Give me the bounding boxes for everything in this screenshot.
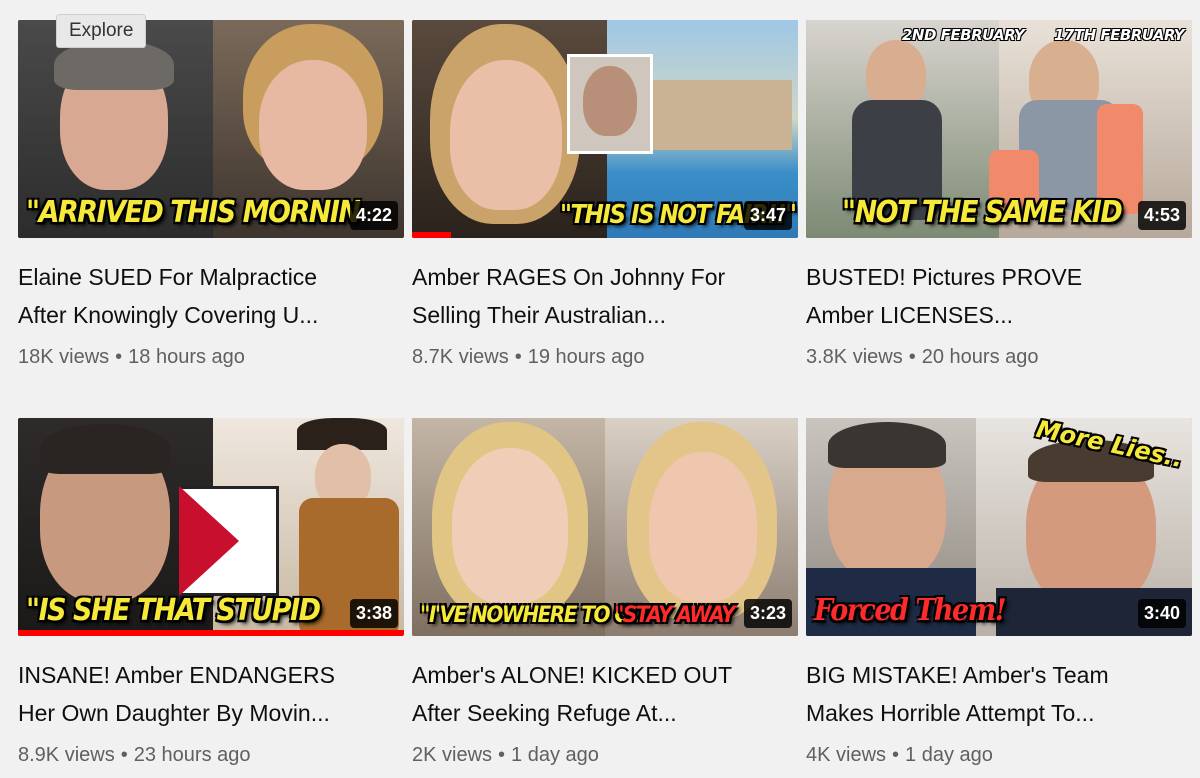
title-line[interactable]: Elaine SUED For Malpractice xyxy=(18,258,390,296)
separator-dot: • xyxy=(892,744,900,766)
video-thumbnail[interactable]: "IS SHE THAT STUPID 3:38 xyxy=(18,418,404,636)
video-thumbnail[interactable]: "THIS IS NOT FAIR!!" 3:47 xyxy=(412,20,798,238)
title-line[interactable]: Amber's ALONE! KICKED OUT xyxy=(412,656,784,694)
duration-badge: 4:53 xyxy=(1137,201,1186,230)
view-count: 18K views xyxy=(18,346,110,368)
thumbnail-caption: "ARRIVED THIS MORNIN xyxy=(26,195,361,230)
video-thumbnail[interactable]: "ARRIVED THIS MORNIN 4:22 xyxy=(18,20,404,238)
video-card[interactable]: 2ND FEBRUARY 17TH FEBRUARY "NOT THE SAME… xyxy=(806,20,1192,396)
title-line[interactable]: Selling Their Australian... xyxy=(412,296,784,334)
title-line[interactable]: After Seeking Refuge At... xyxy=(412,694,784,732)
separator-dot: • xyxy=(115,346,123,368)
video-title[interactable]: BUSTED! Pictures PROVE Amber LICENSES... xyxy=(806,258,1178,334)
video-thumbnail[interactable]: 2ND FEBRUARY 17TH FEBRUARY "NOT THE SAME… xyxy=(806,20,1192,238)
video-title[interactable]: BIG MISTAKE! Amber's Team Makes Horrible… xyxy=(806,656,1178,732)
video-card[interactable]: "IS SHE THAT STUPID 3:38 INSANE! Amber E… xyxy=(18,418,404,778)
explore-tooltip: Explore xyxy=(56,14,147,48)
title-line[interactable]: Amber RAGES On Johnny For xyxy=(412,258,784,296)
view-count: 2K views xyxy=(412,744,493,766)
video-metadata: 8.9K views • 23 hours ago xyxy=(18,744,404,767)
thumbnail-date-tag: 2ND FEBRUARY xyxy=(902,26,1025,44)
title-line[interactable]: Her Own Daughter By Movin... xyxy=(18,694,390,732)
title-line[interactable]: INSANE! Amber ENDANGERS xyxy=(18,656,390,694)
video-card[interactable]: More Lies.. Forced Them! 3:40 BIG MISTAK… xyxy=(806,418,1192,778)
video-title[interactable]: INSANE! Amber ENDANGERS Her Own Daughter… xyxy=(18,656,390,732)
upload-age: 23 hours ago xyxy=(133,744,251,766)
upload-age: 1 day ago xyxy=(511,744,599,766)
video-metadata: 2K views • 1 day ago xyxy=(412,744,798,767)
video-grid: "ARRIVED THIS MORNIN 4:22 Elaine SUED Fo… xyxy=(18,20,1192,778)
separator-dot: • xyxy=(908,346,916,368)
thumbnail-caption-secondary: "STAY AWAY xyxy=(614,600,735,628)
video-metadata: 4K views • 1 day ago xyxy=(806,744,1192,767)
separator-dot: • xyxy=(514,346,522,368)
video-metadata: 3.8K views • 20 hours ago xyxy=(806,346,1192,369)
video-metadata: 18K views • 18 hours ago xyxy=(18,346,404,369)
duration-badge: 4:22 xyxy=(349,201,398,230)
upload-age: 19 hours ago xyxy=(527,346,645,368)
upload-age: 1 day ago xyxy=(905,744,993,766)
title-line[interactable]: Makes Horrible Attempt To... xyxy=(806,694,1178,732)
video-metadata: 8.7K views • 19 hours ago xyxy=(412,346,798,369)
duration-badge: 3:23 xyxy=(743,599,792,628)
upload-age: 20 hours ago xyxy=(921,346,1039,368)
thumbnail-caption: Forced Them! xyxy=(814,593,1007,628)
video-title[interactable]: Amber's ALONE! KICKED OUT After Seeking … xyxy=(412,656,784,732)
video-card[interactable]: "I'VE NOWHERE TO GO!" "STAY AWAY 3:23 Am… xyxy=(412,418,798,778)
video-card[interactable]: "ARRIVED THIS MORNIN 4:22 Elaine SUED Fo… xyxy=(18,20,404,396)
thumbnail-caption: "IS SHE THAT STUPID xyxy=(26,593,321,628)
thumbnail-date-tag: 17TH FEBRUARY xyxy=(1053,26,1185,44)
video-thumbnail[interactable]: "I'VE NOWHERE TO GO!" "STAY AWAY 3:23 xyxy=(412,418,798,636)
duration-badge: 3:40 xyxy=(1137,599,1186,628)
title-line[interactable]: BUSTED! Pictures PROVE xyxy=(806,258,1178,296)
video-card[interactable]: "THIS IS NOT FAIR!!" 3:47 Amber RAGES On… xyxy=(412,20,798,396)
video-title[interactable]: Amber RAGES On Johnny For Selling Their … xyxy=(412,258,784,334)
duration-badge: 3:38 xyxy=(349,599,398,628)
view-count: 8.7K views xyxy=(412,346,509,368)
duration-badge: 3:47 xyxy=(743,201,792,230)
separator-dot: • xyxy=(498,744,506,766)
watch-progress-bar xyxy=(412,232,451,238)
view-count: 3.8K views xyxy=(806,346,903,368)
title-line[interactable]: BIG MISTAKE! Amber's Team xyxy=(806,656,1178,694)
video-thumbnail[interactable]: More Lies.. Forced Them! 3:40 xyxy=(806,418,1192,636)
watch-progress-bar xyxy=(18,630,404,636)
separator-dot: • xyxy=(120,744,128,766)
view-count: 4K views xyxy=(806,744,887,766)
video-title[interactable]: Elaine SUED For Malpractice After Knowin… xyxy=(18,258,390,334)
thumbnail-caption: "NOT THE SAME KID xyxy=(842,195,1123,230)
title-line[interactable]: After Knowingly Covering U... xyxy=(18,296,390,334)
title-line[interactable]: Amber LICENSES... xyxy=(806,296,1178,334)
upload-age: 18 hours ago xyxy=(128,346,245,368)
view-count: 8.9K views xyxy=(18,744,115,766)
